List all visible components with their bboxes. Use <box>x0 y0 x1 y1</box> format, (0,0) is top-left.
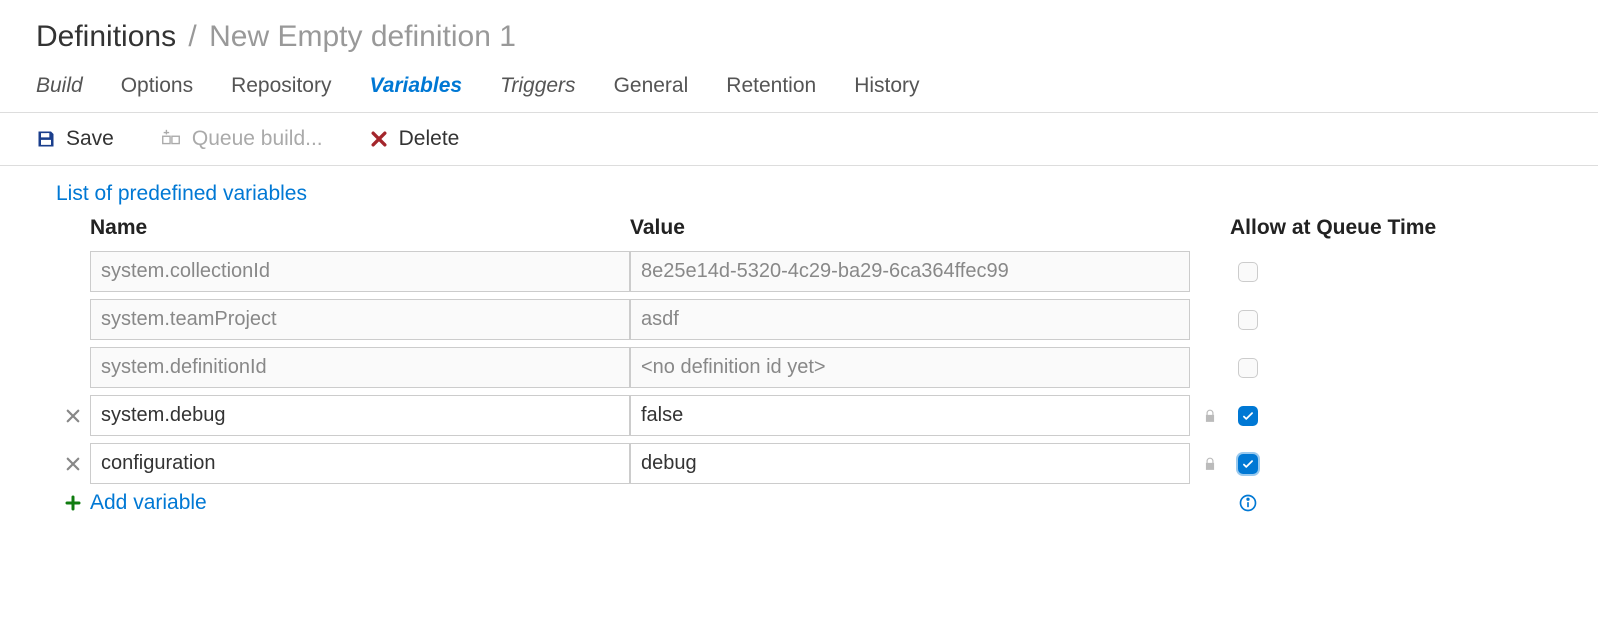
var-value-input <box>630 347 1190 388</box>
tab-variables[interactable]: Variables <box>369 74 462 98</box>
col-name: Name <box>90 216 630 244</box>
close-icon <box>64 407 82 425</box>
delete-button[interactable]: Delete <box>369 127 460 151</box>
tab-repository[interactable]: Repository <box>231 74 331 98</box>
check-icon <box>1241 409 1255 423</box>
col-queue: Allow at Queue Time <box>1230 216 1530 244</box>
breadcrumb: Definitions / New Empty definition 1 <box>0 20 1598 74</box>
close-icon <box>64 455 82 473</box>
allow-queue-checkbox <box>1238 358 1258 378</box>
var-name-input[interactable] <box>90 395 630 436</box>
tab-general[interactable]: General <box>614 74 689 98</box>
plus-icon <box>64 494 82 512</box>
info-icon[interactable] <box>1238 493 1258 513</box>
delete-label: Delete <box>399 127 460 151</box>
tab-options[interactable]: Options <box>121 74 193 98</box>
lock-icon <box>1203 457 1217 471</box>
queue-build-button: Queue build... <box>160 127 323 151</box>
queue-label: Queue build... <box>192 127 323 151</box>
allow-queue-checkbox[interactable] <box>1238 454 1258 474</box>
tab-build[interactable]: Build <box>36 74 83 98</box>
save-button[interactable]: Save <box>36 127 114 151</box>
breadcrumb-current: New Empty definition 1 <box>209 20 516 53</box>
col-value: Value <box>630 216 1190 244</box>
breadcrumb-root[interactable]: Definitions <box>36 20 176 53</box>
delete-row-button[interactable] <box>56 407 90 425</box>
tab-history[interactable]: History <box>854 74 919 98</box>
queue-icon <box>160 128 182 150</box>
allow-queue-checkbox <box>1238 262 1258 282</box>
var-value-input <box>630 251 1190 292</box>
var-name-input <box>90 251 630 292</box>
var-name-input <box>90 299 630 340</box>
lock-button[interactable] <box>1190 457 1230 471</box>
tabs: Build Options Repository Variables Trigg… <box>0 74 1598 113</box>
breadcrumb-sep: / <box>188 20 196 53</box>
add-variable-link[interactable]: Add variable <box>90 491 630 515</box>
tab-retention[interactable]: Retention <box>726 74 816 98</box>
variables-table: Name Value Allow at Queue Time <box>56 216 1598 515</box>
save-icon <box>36 129 56 149</box>
var-name-input <box>90 347 630 388</box>
allow-queue-checkbox[interactable] <box>1238 406 1258 426</box>
predefined-variables-link[interactable]: List of predefined variables <box>56 182 307 205</box>
var-value-input <box>630 299 1190 340</box>
allow-queue-checkbox <box>1238 310 1258 330</box>
var-value-input[interactable] <box>630 443 1190 484</box>
save-label: Save <box>66 127 114 151</box>
var-value-input[interactable] <box>630 395 1190 436</box>
delete-icon <box>369 129 389 149</box>
var-name-input[interactable] <box>90 443 630 484</box>
toolbar: Save Queue build... Delete <box>0 113 1598 166</box>
lock-icon <box>1203 409 1217 423</box>
delete-row-button[interactable] <box>56 455 90 473</box>
check-icon <box>1241 457 1255 471</box>
tab-triggers[interactable]: Triggers <box>500 74 575 98</box>
add-variable-plus[interactable] <box>56 494 90 512</box>
lock-button[interactable] <box>1190 409 1230 423</box>
